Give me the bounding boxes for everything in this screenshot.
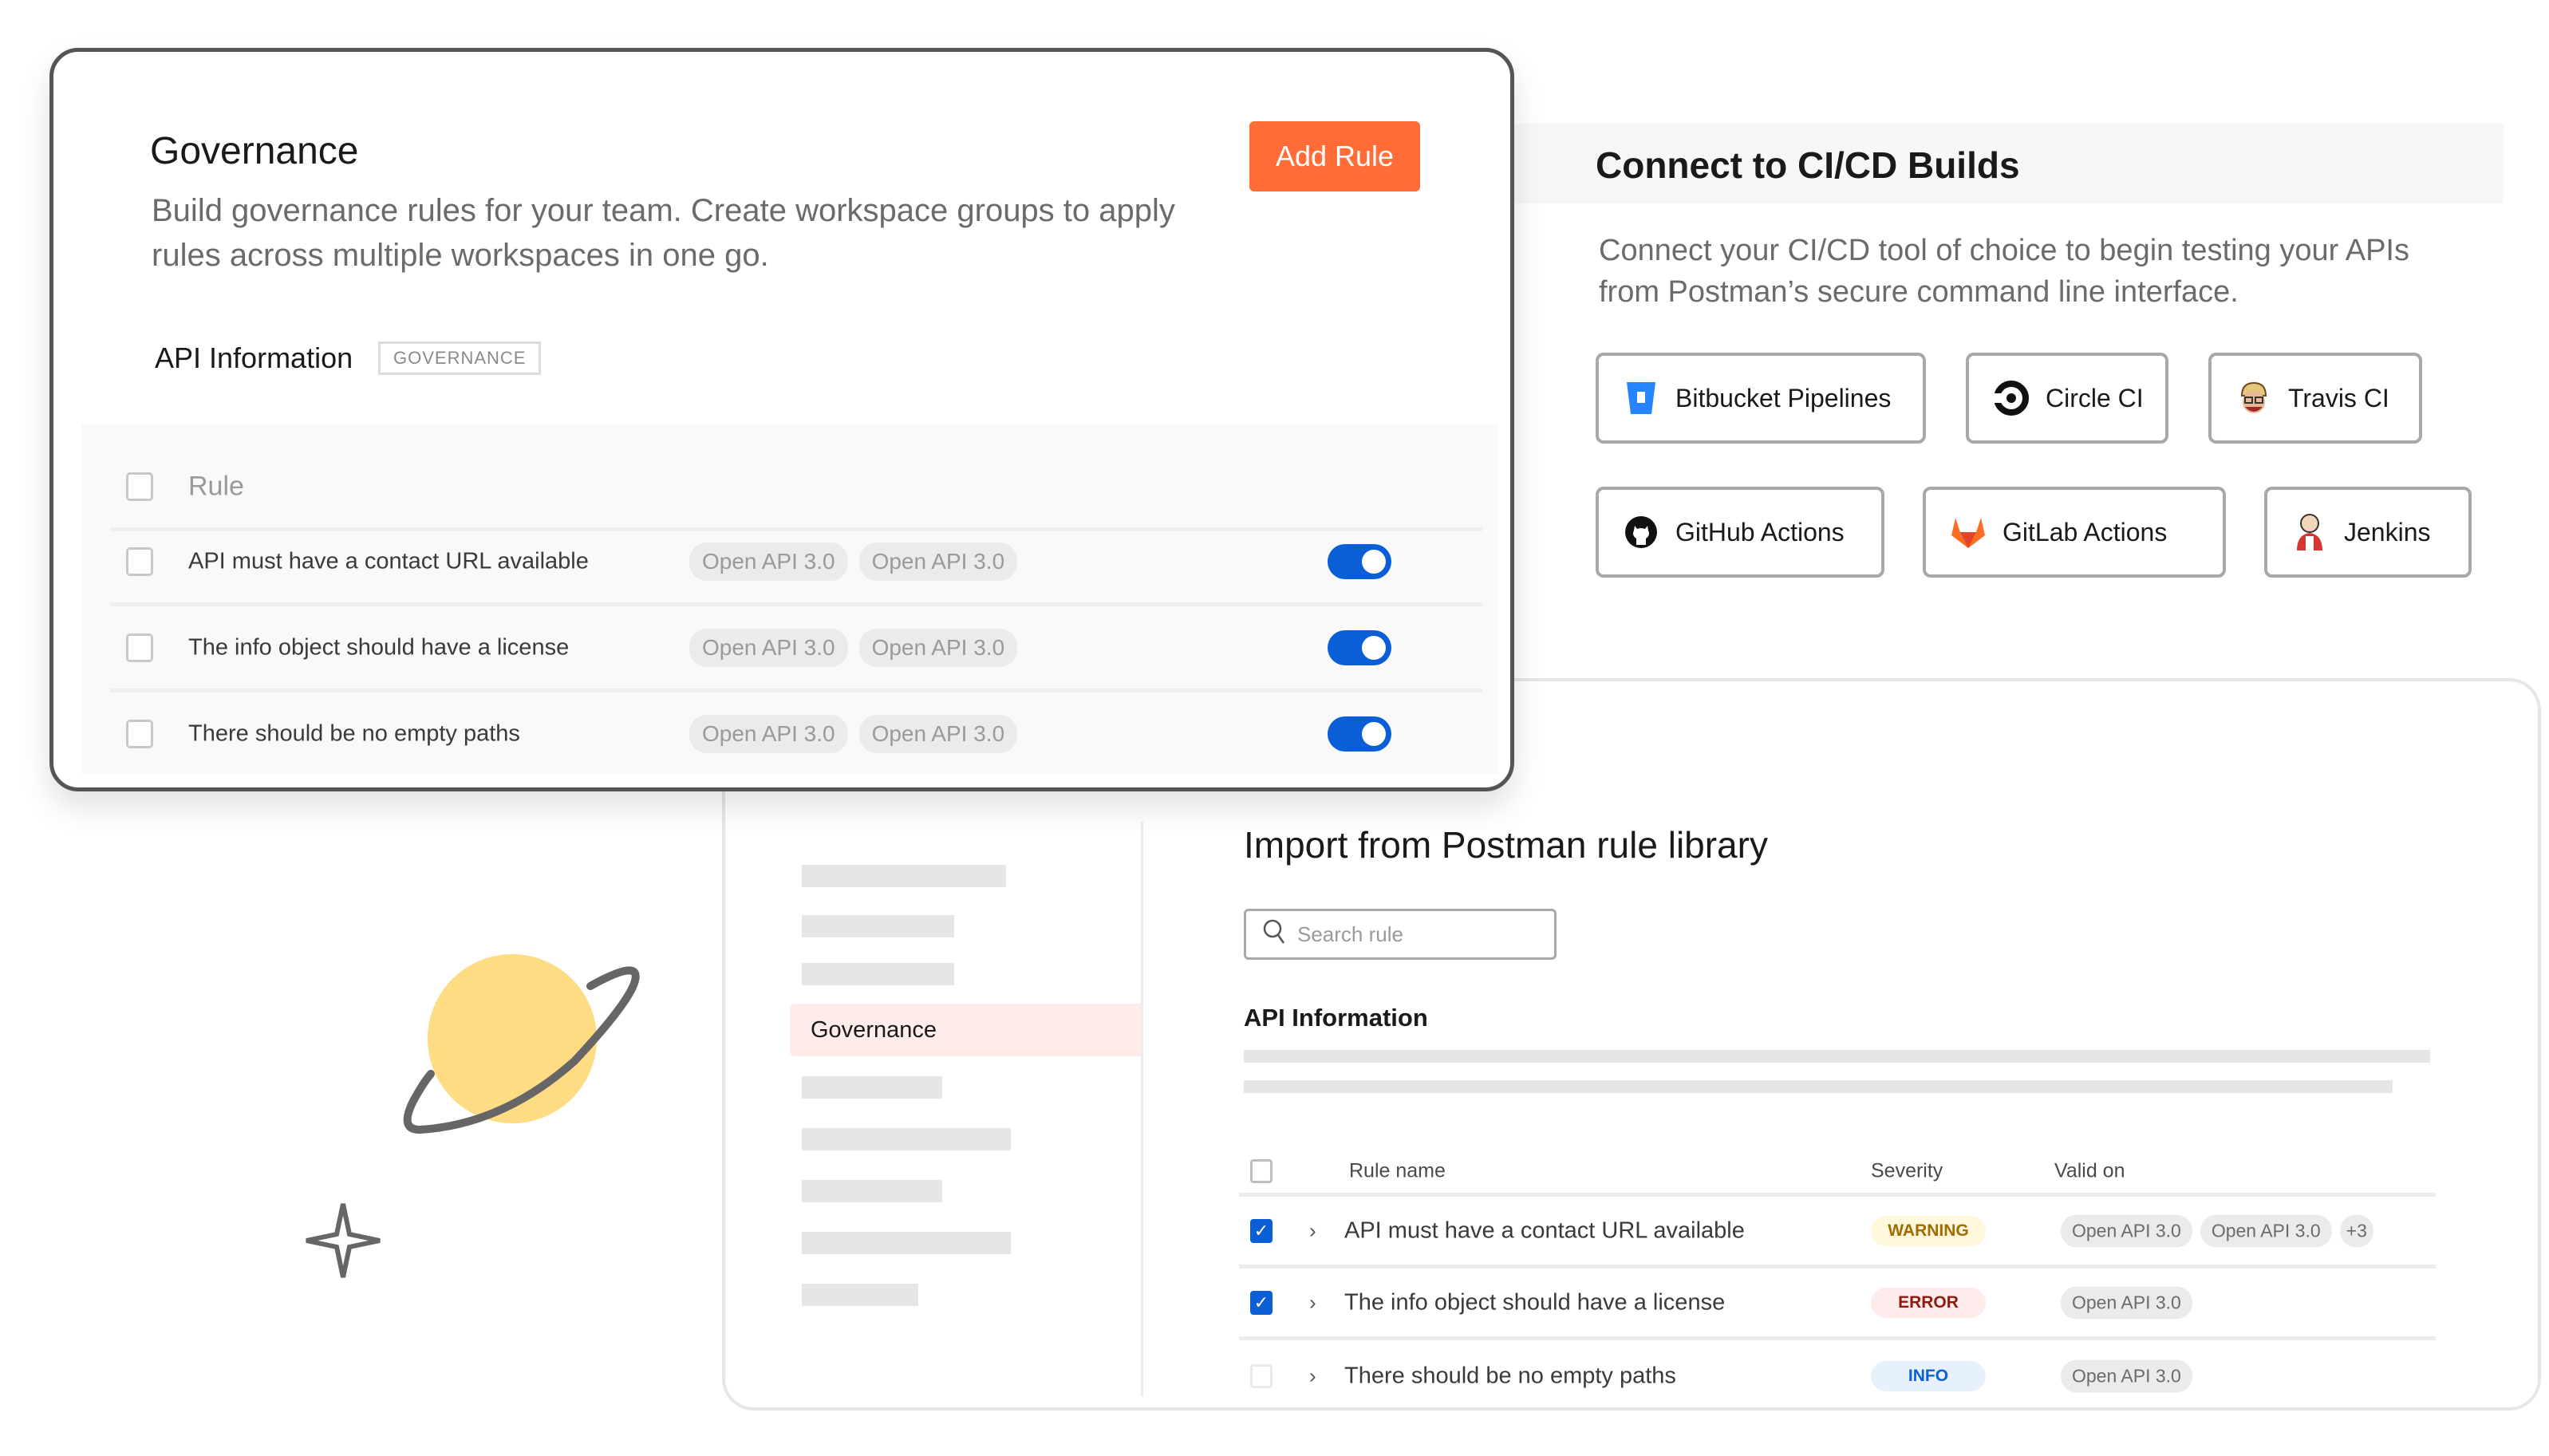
search-icon [1262, 918, 1286, 951]
rule-tags: Open API 3.0 Open API 3.0 [689, 628, 1018, 667]
chevron-right-icon[interactable]: › [1309, 1218, 1316, 1243]
row-checkbox[interactable] [126, 720, 153, 748]
rule-enabled-toggle[interactable] [1328, 543, 1391, 579]
rule-tags: Open API 3.0 Open API 3.0 [689, 542, 1018, 581]
governance-badge: GOVERNANCE [378, 341, 542, 375]
tool-label: GitLab Actions [2003, 517, 2168, 546]
travisci-button[interactable]: Travis CI [2208, 353, 2422, 444]
more-tags-badge[interactable]: +3 [2339, 1214, 2373, 1247]
library-rules-table: Rule name Severity Valid on ✓ › API must… [1239, 1149, 2436, 1412]
search-rule-input[interactable]: Search rule [1244, 909, 1557, 960]
row-checkbox[interactable] [1250, 1364, 1273, 1388]
rule-name: There should be no empty paths [188, 720, 520, 747]
rule-name: The info object should have a license [1344, 1289, 1726, 1315]
rule-enabled-toggle[interactable] [1328, 629, 1391, 665]
planet-illustration [399, 949, 646, 1145]
valid-on-tag: Open API 3.0 [2061, 1359, 2192, 1393]
jenkins-icon [2291, 514, 2328, 550]
row-checkbox[interactable] [126, 633, 153, 662]
chevron-right-icon[interactable]: › [1309, 1290, 1316, 1315]
valid-on-tags: Open API 3.0 [2061, 1286, 2192, 1319]
table-row[interactable]: API must have a contact URL available Op… [110, 520, 1482, 606]
row-checkbox[interactable]: ✓ [1250, 1218, 1273, 1243]
table-row[interactable]: › There should be no empty paths INFO Op… [1239, 1340, 2436, 1412]
tool-label: Circle CI [2046, 383, 2144, 412]
severity-badge: ERROR [1871, 1287, 1986, 1318]
sidebar-item-placeholder[interactable] [802, 1284, 918, 1306]
rule-tag: Open API 3.0 [689, 715, 848, 753]
library-title: Import from Postman rule library [1244, 824, 1768, 866]
table-header-row: Rule name Severity Valid on [1239, 1149, 2436, 1197]
sidebar-item-governance[interactable]: Governance [790, 1004, 1141, 1056]
github-actions-button[interactable]: GitHub Actions [1596, 487, 1884, 578]
placeholder-bar [1244, 1050, 2430, 1063]
governance-title: Governance [150, 130, 359, 172]
gitlab-icon [1950, 514, 1987, 550]
valid-on-tag: Open API 3.0 [2200, 1214, 2332, 1247]
table-header-row: Rule [110, 445, 1482, 531]
rule-tag: Open API 3.0 [689, 542, 848, 581]
tool-label: Bitbucket Pipelines [1675, 383, 1892, 412]
placeholder-bar [1244, 1080, 2393, 1093]
valid-on-tag: Open API 3.0 [2061, 1214, 2192, 1247]
column-valid-on: Valid on [2054, 1159, 2125, 1182]
search-placeholder: Search rule [1297, 921, 1403, 946]
valid-on-tags: Open API 3.0 Open API 3.0 +3 [2061, 1214, 2373, 1247]
column-rule-name: Rule name [1349, 1159, 1446, 1182]
sidebar-item-placeholder[interactable] [802, 915, 954, 937]
circleci-icon [1993, 380, 2030, 416]
severity-badge: INFO [1871, 1361, 1986, 1391]
rule-name: API must have a contact URL available [1344, 1217, 1745, 1243]
sidebar-item-placeholder[interactable] [802, 1076, 942, 1099]
sidebar-item-placeholder[interactable] [802, 865, 1006, 887]
cicd-title: Connect to CI/CD Builds [1596, 144, 2020, 186]
library-section-title: API Information [1244, 1004, 1428, 1032]
valid-on-tag: Open API 3.0 [2061, 1286, 2192, 1319]
tool-label: Jenkins [2344, 517, 2431, 546]
github-icon [1623, 514, 1659, 550]
sidebar-item-placeholder[interactable] [802, 963, 954, 985]
table-row[interactable]: There should be no empty paths Open API … [110, 691, 1482, 777]
rule-enabled-toggle[interactable] [1328, 716, 1391, 752]
row-checkbox[interactable]: ✓ [1250, 1290, 1273, 1315]
gitlab-actions-button[interactable]: GitLab Actions [1923, 487, 2226, 578]
sidebar-item-placeholder[interactable] [802, 1180, 942, 1202]
sidebar-divider [1141, 822, 1143, 1396]
row-checkbox[interactable] [126, 546, 153, 576]
rule-name: The info object should have a license [188, 634, 570, 660]
valid-on-tags: Open API 3.0 [2061, 1359, 2192, 1393]
travisci-icon [2235, 380, 2272, 416]
rule-tag: Open API 3.0 [858, 542, 1018, 581]
tool-label: GitHub Actions [1675, 517, 1845, 546]
severity-badge: WARNING [1871, 1215, 1986, 1246]
jenkins-button[interactable]: Jenkins [2264, 487, 2472, 578]
cicd-description: Connect your CI/CD tool of choice to beg… [1599, 234, 2409, 309]
select-all-checkbox[interactable] [126, 472, 153, 501]
column-rule: Rule [188, 471, 244, 501]
sidebar-item-placeholder[interactable] [802, 1232, 1011, 1254]
rule-tag: Open API 3.0 [858, 628, 1018, 667]
bitbucket-pipelines-button[interactable]: Bitbucket Pipelines [1596, 353, 1926, 444]
rule-tag: Open API 3.0 [858, 715, 1018, 753]
sidebar-item-placeholder[interactable] [802, 1128, 1011, 1150]
bitbucket-icon [1623, 380, 1659, 416]
rule-name: API must have a contact URL available [188, 548, 589, 574]
tool-label: Travis CI [2288, 383, 2389, 412]
rule-tags: Open API 3.0 Open API 3.0 [689, 715, 1018, 753]
table-row[interactable]: ✓ › API must have a contact URL availabl… [1239, 1197, 2436, 1269]
governance-section-title: API Information [155, 341, 353, 374]
governance-description: Build governance rules for your team. Cr… [152, 193, 1175, 273]
chevron-right-icon[interactable]: › [1309, 1364, 1316, 1389]
table-row[interactable]: ✓ › The info object should have a licens… [1239, 1269, 2436, 1340]
add-rule-button[interactable]: Add Rule [1249, 121, 1420, 191]
column-severity: Severity [1871, 1159, 1943, 1182]
sparkle-icon [303, 1201, 383, 1284]
rule-name: There should be no empty paths [1344, 1363, 1676, 1389]
rule-tag: Open API 3.0 [689, 628, 848, 667]
circleci-button[interactable]: Circle CI [1966, 353, 2168, 444]
table-row[interactable]: The info object should have a license Op… [110, 606, 1482, 692]
select-all-checkbox[interactable] [1250, 1158, 1273, 1183]
